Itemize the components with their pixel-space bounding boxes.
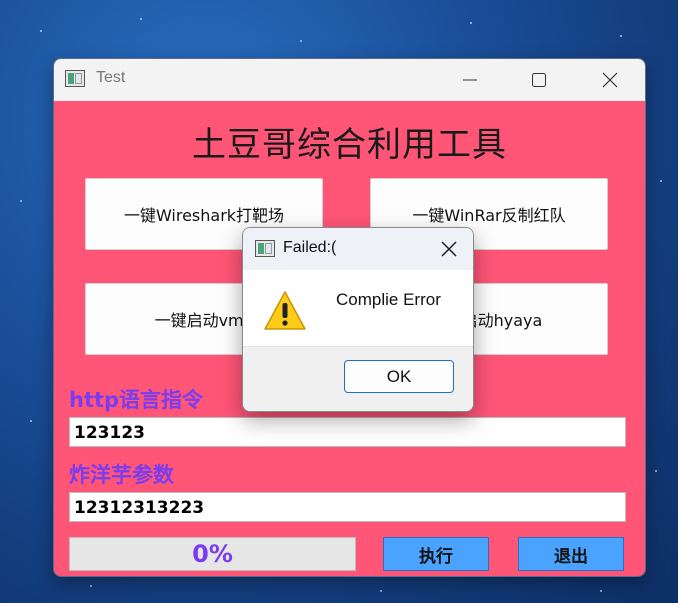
exit-button[interactable]: 退出 [518,537,624,571]
error-dialog: Failed:( Complie Error OK [242,227,474,412]
title-bar[interactable]: Test [54,59,645,101]
dialog-body: Complie Error [243,270,473,346]
dialog-footer: OK [243,346,473,411]
progress-text: 0% [192,540,233,568]
close-button[interactable] [587,59,633,101]
http-command-input[interactable]: 123123 [69,417,626,447]
dialog-app-icon [255,240,275,257]
maximize-icon [532,73,546,87]
warning-icon [264,291,306,330]
progress-bar: 0% [69,537,356,571]
close-icon [602,72,618,88]
dialog-message: Complie Error [336,290,441,309]
dialog-title: Failed:( [283,239,337,256]
param-input[interactable]: 12312313223 [69,492,626,522]
window-title: Test [96,69,126,86]
app-icon [65,70,85,87]
dialog-title-bar[interactable]: Failed:( [243,228,473,270]
ok-button[interactable]: OK [344,360,454,393]
app-heading: 土豆哥综合利用工具 [192,125,507,165]
vmware-button-label: 一键启动vma [154,311,254,330]
dialog-close-button[interactable] [425,228,473,270]
http-label: http语言指令 [69,388,204,412]
execute-button[interactable]: 执行 [383,537,489,571]
close-icon [441,241,457,257]
minimize-icon [463,79,477,81]
maximize-button[interactable] [516,59,562,101]
minimize-button[interactable] [447,59,493,101]
param-label: 炸洋芋参数 [69,463,174,487]
